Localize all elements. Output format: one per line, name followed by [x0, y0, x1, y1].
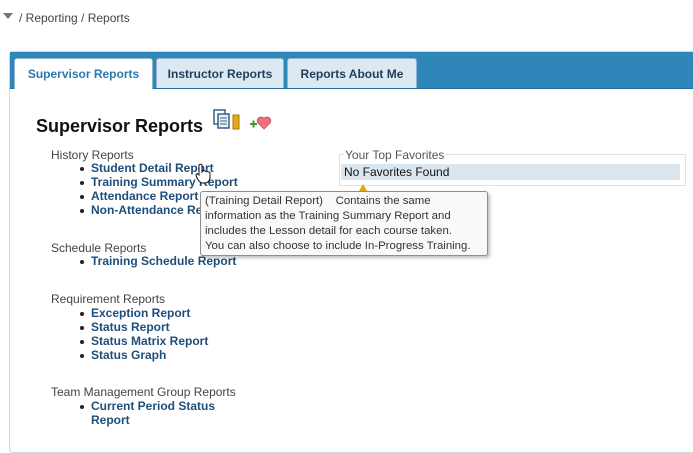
bullet: [80, 209, 84, 213]
link-status-report[interactable]: Status Report: [91, 320, 170, 334]
link-training-schedule-report[interactable]: Training Schedule Report: [91, 254, 236, 268]
copy-report-icon[interactable]: [212, 108, 242, 132]
bullet: [80, 405, 84, 409]
bullet: [80, 181, 84, 185]
tab-instructor-reports[interactable]: Instructor Reports: [156, 58, 284, 88]
tab-reports-about-me[interactable]: Reports About Me: [287, 58, 417, 88]
bullet: [80, 260, 84, 264]
report-tooltip-text: (Training Detail Report) Contains the sa…: [205, 194, 487, 254]
link-status-graph[interactable]: Status Graph: [91, 348, 166, 362]
link-exception-report[interactable]: Exception Report: [91, 306, 190, 320]
bullet: [80, 340, 84, 344]
link-status-matrix-report[interactable]: Status Matrix Report: [91, 334, 208, 348]
link-current-period-status-report-line2[interactable]: Report: [91, 413, 130, 427]
bullet: [80, 326, 84, 330]
breadcrumb: / Reporting / Reports: [19, 11, 130, 25]
section-heading-schedule: Schedule Reports: [51, 241, 147, 255]
tooltip-line: (Training Detail Report) Contains the sa…: [205, 195, 431, 207]
tooltip-line: information as the Training Summary Repo…: [205, 210, 451, 222]
bullet: [80, 354, 84, 358]
breadcrumb-collapse-icon[interactable]: [3, 13, 13, 19]
add-favorite-icon[interactable]: [247, 113, 273, 133]
tab-supervisor-reports[interactable]: Supervisor Reports: [14, 58, 153, 89]
section-heading-history: History Reports: [51, 148, 134, 162]
bullet: [80, 195, 84, 199]
hand-cursor-icon: [195, 163, 211, 185]
tooltip-line: includes the Lesson detail for each cour…: [205, 225, 452, 237]
link-current-period-status-report[interactable]: Current Period Status: [91, 399, 215, 413]
bullet: [80, 312, 84, 316]
tooltip-pointer-icon: [359, 184, 367, 191]
favorites-empty-text: No Favorites Found: [344, 165, 450, 179]
tooltip-line: You can also choose to include In-Progre…: [205, 240, 471, 252]
favorites-title: Your Top Favorites: [344, 148, 446, 162]
section-heading-team-management: Team Management Group Reports: [51, 385, 236, 399]
link-training-summary-report[interactable]: Training Summary Report: [91, 175, 238, 189]
section-heading-requirement: Requirement Reports: [51, 292, 166, 306]
page-title: Supervisor Reports: [36, 116, 204, 136]
link-attendance-report[interactable]: Attendance Report: [91, 189, 198, 203]
bullet: [80, 167, 84, 171]
